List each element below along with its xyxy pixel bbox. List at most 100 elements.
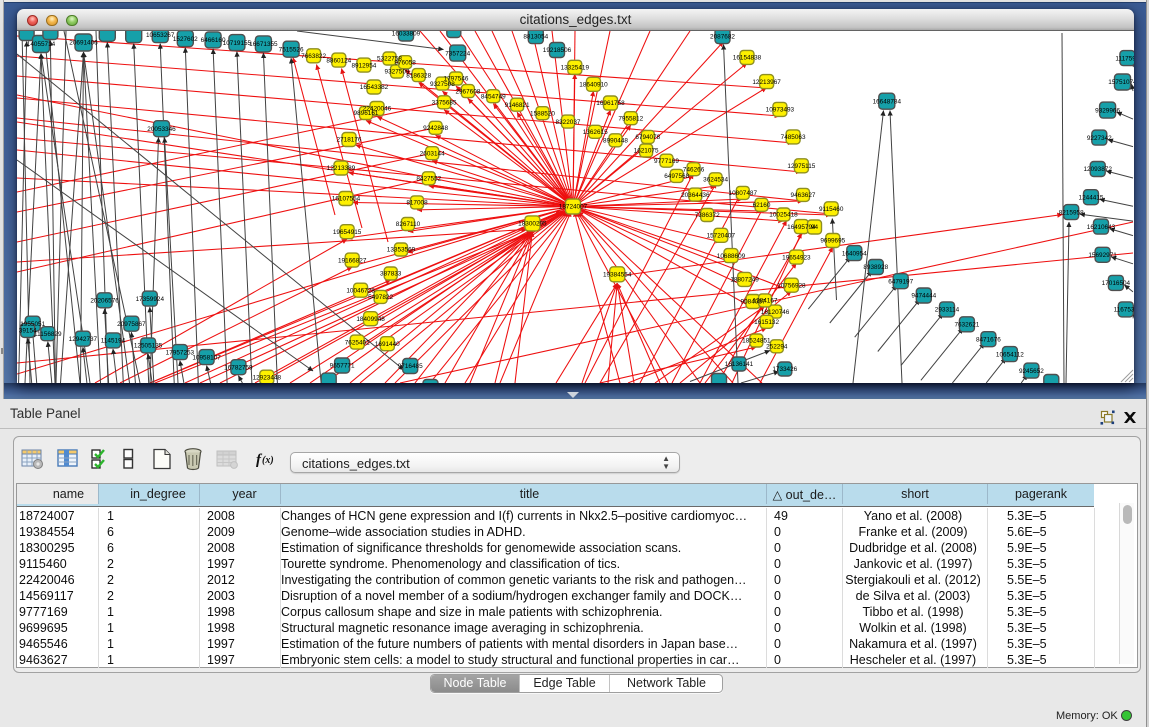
svg-text:19218506: 19218506 [543, 47, 572, 54]
svg-text:16120746: 16120746 [761, 309, 790, 316]
svg-text:8471676: 8471676 [976, 336, 1001, 343]
svg-text:8186328: 8186328 [406, 72, 431, 79]
svg-text:16154838: 16154838 [733, 55, 762, 62]
svg-text:15720407: 15720407 [707, 233, 736, 240]
svg-text:19654923: 19654923 [782, 254, 811, 261]
svg-text:1362615: 1362615 [583, 129, 608, 136]
svg-text:9242848: 9242848 [423, 125, 448, 132]
svg-text:252294: 252294 [766, 344, 788, 351]
svg-text:9463627: 9463627 [791, 192, 816, 199]
svg-text:5497822: 5497822 [368, 294, 393, 301]
svg-text:12505135: 12505135 [134, 343, 163, 350]
svg-text:9777169: 9777169 [654, 158, 679, 165]
svg-text:94: 94 [811, 224, 819, 231]
svg-text:16648784: 16648784 [873, 98, 902, 105]
svg-text:7632621: 7632621 [954, 322, 979, 329]
svg-text:10807487: 10807487 [729, 190, 758, 197]
svg-text:17359924: 17359924 [136, 296, 165, 303]
svg-text:6479197: 6479197 [888, 278, 913, 285]
svg-text:2933114: 2933114 [935, 307, 960, 314]
svg-text:7357224: 7357224 [445, 50, 470, 57]
svg-text:8860124: 8860124 [326, 57, 351, 64]
svg-text:18807249: 18807249 [730, 277, 759, 284]
svg-text:8813054: 8813054 [523, 33, 548, 40]
svg-text:10025418: 10025418 [769, 212, 798, 219]
svg-text:7386372: 7386372 [695, 212, 720, 219]
svg-text:1167534: 1167534 [1114, 307, 1134, 314]
svg-text:18724007: 18724007 [559, 204, 588, 211]
svg-text:10688609: 10688609 [717, 253, 746, 260]
svg-text:1117595: 1117595 [1115, 55, 1134, 62]
svg-text:8427552: 8427552 [416, 176, 441, 183]
svg-text:7485063: 7485063 [781, 134, 806, 141]
svg-text:11156829: 11156829 [34, 331, 62, 338]
svg-text:20053346: 20053346 [147, 126, 176, 133]
svg-text:10654112: 10654112 [996, 351, 1024, 358]
svg-text:8990448: 8990448 [603, 138, 628, 145]
svg-text:2603144: 2603144 [420, 150, 445, 157]
svg-text:10958107: 10958107 [192, 354, 221, 361]
svg-text:10653267: 10653267 [146, 32, 175, 39]
svg-text:20691406: 20691406 [69, 40, 98, 47]
svg-text:6497568: 6497568 [664, 173, 689, 180]
svg-text:14055714: 14055714 [27, 41, 56, 48]
svg-text:16782759: 16782759 [224, 364, 253, 371]
svg-text:8938928: 8938928 [863, 264, 888, 271]
svg-text:10719155: 10719155 [223, 40, 252, 47]
svg-text:19384554: 19384554 [603, 272, 632, 279]
svg-text:17957253: 17957253 [166, 349, 195, 356]
svg-text:9657771: 9657771 [330, 363, 355, 370]
svg-text:9716485: 9716485 [398, 363, 423, 370]
svg-text:10756928: 10756928 [777, 282, 806, 289]
svg-text:16033809: 16033809 [392, 31, 421, 38]
svg-text:1797546: 1797546 [444, 76, 469, 83]
svg-text:15751074: 15751074 [1108, 79, 1134, 86]
svg-text:7663822: 7663822 [301, 53, 326, 60]
svg-text:1621075: 1621075 [634, 148, 659, 155]
svg-text:9896161: 9896161 [354, 110, 379, 117]
svg-text:12923448: 12923448 [253, 374, 282, 381]
svg-text:8454749: 8454749 [481, 93, 506, 100]
svg-text:976058: 976058 [394, 59, 416, 66]
svg-text:19166827: 19166827 [338, 257, 367, 264]
svg-text:8322037: 8322037 [556, 119, 581, 126]
svg-text:12213967: 12213967 [752, 79, 781, 86]
svg-text:2718176: 2718176 [337, 137, 362, 144]
svg-text:20206576: 20206576 [90, 298, 119, 305]
svg-text:9474444: 9474444 [911, 293, 936, 300]
svg-text:19654915: 19654915 [333, 229, 362, 236]
svg-text:17016504: 17016504 [1102, 280, 1131, 287]
svg-text:7955812: 7955812 [618, 115, 643, 122]
svg-text:1588520: 1588520 [530, 110, 555, 117]
svg-text:18300295: 18300295 [518, 221, 547, 228]
svg-text:1733426: 1733426 [772, 366, 797, 373]
svg-text:16136141: 16136141 [725, 361, 754, 368]
svg-text:16210643: 16210643 [1087, 224, 1116, 231]
svg-text:20975867: 20975867 [117, 321, 146, 328]
svg-text:9245652: 9245652 [1019, 368, 1044, 375]
svg-text:8912954: 8912954 [351, 62, 376, 69]
svg-text:12213389: 12213389 [327, 165, 356, 172]
svg-text:9115460: 9115460 [819, 206, 844, 213]
svg-text:12093872: 12093872 [1083, 166, 1112, 173]
svg-text:9329966: 9329966 [1095, 107, 1120, 114]
svg-text:1145194: 1145194 [101, 338, 126, 345]
svg-text:2967608: 2967608 [455, 88, 480, 95]
svg-text:20364436: 20364436 [681, 192, 710, 199]
svg-text:6794078: 6794078 [635, 134, 660, 141]
svg-text:(x): (x) [262, 455, 274, 466]
svg-text:8215958: 8215958 [1059, 209, 1084, 216]
svg-text:10973493: 10973493 [766, 107, 795, 114]
svg-text:18409948: 18409948 [356, 316, 385, 323]
svg-text:16543382: 16543382 [360, 84, 389, 91]
svg-text:3375685: 3375685 [432, 100, 457, 107]
svg-text:12942737: 12942737 [69, 336, 98, 343]
svg-text:1244415: 1244415 [1079, 194, 1104, 201]
svg-text:8267110: 8267110 [396, 221, 421, 228]
svg-text:15692971: 15692971 [1088, 252, 1117, 259]
svg-text:16671355: 16671355 [249, 41, 278, 48]
svg-text:1284167: 1284167 [753, 298, 778, 305]
svg-text:387833: 387833 [380, 271, 402, 278]
svg-text:817008: 817008 [406, 200, 428, 207]
svg-text:9146821: 9146821 [505, 102, 530, 109]
